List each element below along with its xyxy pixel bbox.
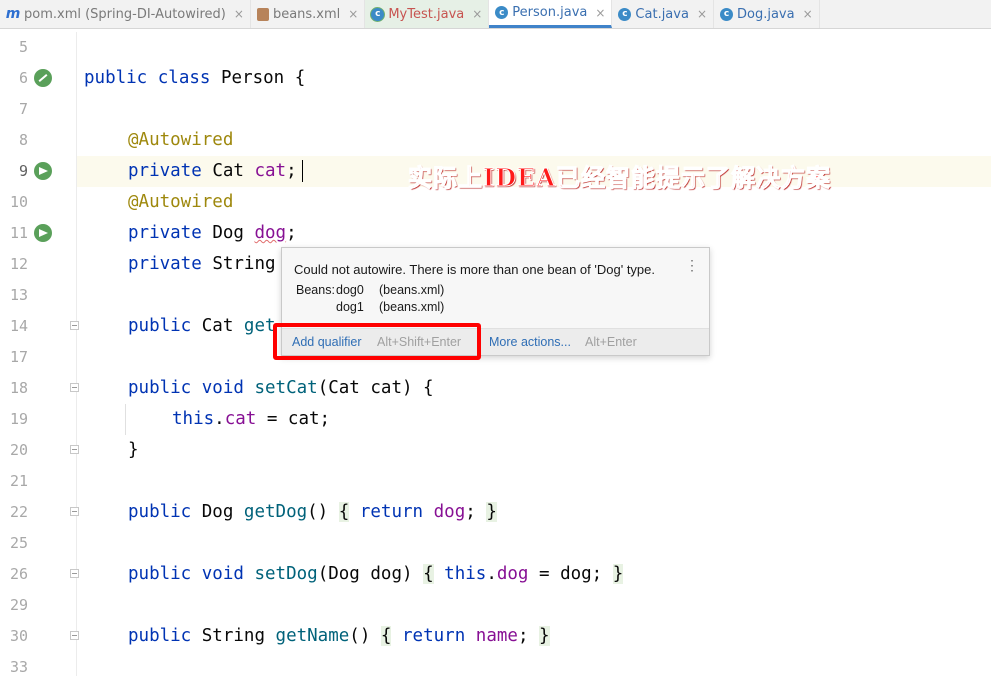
line-number: 26 [9,565,28,583]
autowired-navigate-icon[interactable] [34,162,52,180]
code-line: @Autowired [128,130,234,150]
text-caret [302,160,303,182]
line-number: 19 [9,410,28,428]
line-number: 30 [9,627,28,645]
tab-label: MyTest.java [388,6,465,22]
class-icon: c [618,7,632,21]
close-icon[interactable]: × [234,7,244,21]
line-number: 33 [9,658,28,676]
line-number: 25 [9,534,28,552]
tab-label: Person.java [512,5,588,20]
code-line: public void setDog(Dog dog) { this.dog =… [128,564,624,584]
tab-cat-java[interactable]: c Cat.java × [612,0,714,28]
code-line: private String [128,254,276,274]
close-icon[interactable]: × [595,6,605,20]
tab-mytest-java[interactable]: c MyTest.java × [365,0,490,28]
code-line: private Dog dog; [128,223,297,243]
bean-name: dog0 [336,283,364,297]
fold-expand-icon[interactable] [70,507,79,516]
line-number: 22 [9,503,28,521]
error-field-dog: dog [254,223,287,243]
line-number: 6 [18,69,28,87]
bean-name: dog1 [336,300,364,314]
more-options-icon[interactable]: ⋮ [685,258,699,272]
gutter-separator [76,32,77,676]
close-icon[interactable]: × [348,7,358,21]
bean-source: (beans.xml) [379,283,445,297]
fold-expand-icon[interactable] [70,321,79,330]
code-line: public Cat get [128,316,276,336]
editor-tab-bar: m pom.xml (Spring-DI-Autowired) × beans.… [0,0,991,29]
line-number: 5 [18,38,28,56]
line-number: 21 [9,472,28,490]
line-number: 29 [9,596,28,614]
tab-beans-xml[interactable]: beans.xml × [251,0,366,28]
popup-message: Could not autowire. There is more than o… [294,262,655,277]
line-number: 11 [9,224,28,242]
bean-source: (beans.xml) [379,300,445,314]
maven-icon: m [5,6,21,22]
class-icon: c [720,7,733,21]
code-line: public String getName() { return name; } [128,626,550,646]
line-number: 9 [18,162,28,180]
close-icon[interactable]: × [803,7,813,21]
xml-file-icon [256,7,269,21]
code-line: public void setCat(Cat cat) { [128,378,434,398]
line-number: 17 [9,348,28,366]
line-number: 7 [18,100,28,118]
code-line: this.cat = cat; [172,409,331,429]
code-line: } [128,440,139,460]
fold-collapse-icon[interactable] [70,383,79,392]
spring-bean-icon[interactable] [34,69,52,87]
indent-guide [125,404,126,435]
fold-collapse-icon[interactable] [70,445,79,454]
line-number: 12 [9,255,28,273]
annotation-callout: 实际上IDEA已经智能提示了解决方案 [408,163,831,193]
code-line: private Cat cat; [128,161,297,181]
tab-label: pom.xml (Spring-DI-Autowired) [24,6,226,22]
tab-label: Dog.java [737,6,795,22]
tab-label: Cat.java [635,6,689,22]
tab-label: beans.xml [272,6,341,22]
close-icon[interactable]: × [697,7,707,21]
close-icon[interactable]: × [472,7,482,21]
class-icon: c [371,7,385,21]
tab-pom-xml[interactable]: m pom.xml (Spring-DI-Autowired) × [0,0,251,28]
line-number: 10 [9,193,28,211]
more-actions-link[interactable]: More actions... [489,335,571,349]
code-line: public Dog getDog() { return dog; } [128,502,497,522]
tab-person-java[interactable]: c Person.java × [489,0,613,28]
fold-expand-icon[interactable] [70,631,79,640]
code-line: @Autowired [128,192,234,212]
autowired-navigate-icon[interactable] [34,224,52,242]
beans-label: Beans: [296,283,335,297]
class-icon: c [495,6,509,19]
fold-expand-icon[interactable] [70,569,79,578]
line-number: 14 [9,317,28,335]
line-number: 8 [18,131,28,149]
tab-dog-java[interactable]: c Dog.java × [714,0,820,28]
more-actions-shortcut: Alt+Enter [585,335,637,349]
code-line: public class Person { [84,68,306,88]
line-number: 18 [9,379,28,397]
highlight-box [273,323,481,360]
line-number: 13 [9,286,28,304]
line-number: 20 [9,441,28,459]
